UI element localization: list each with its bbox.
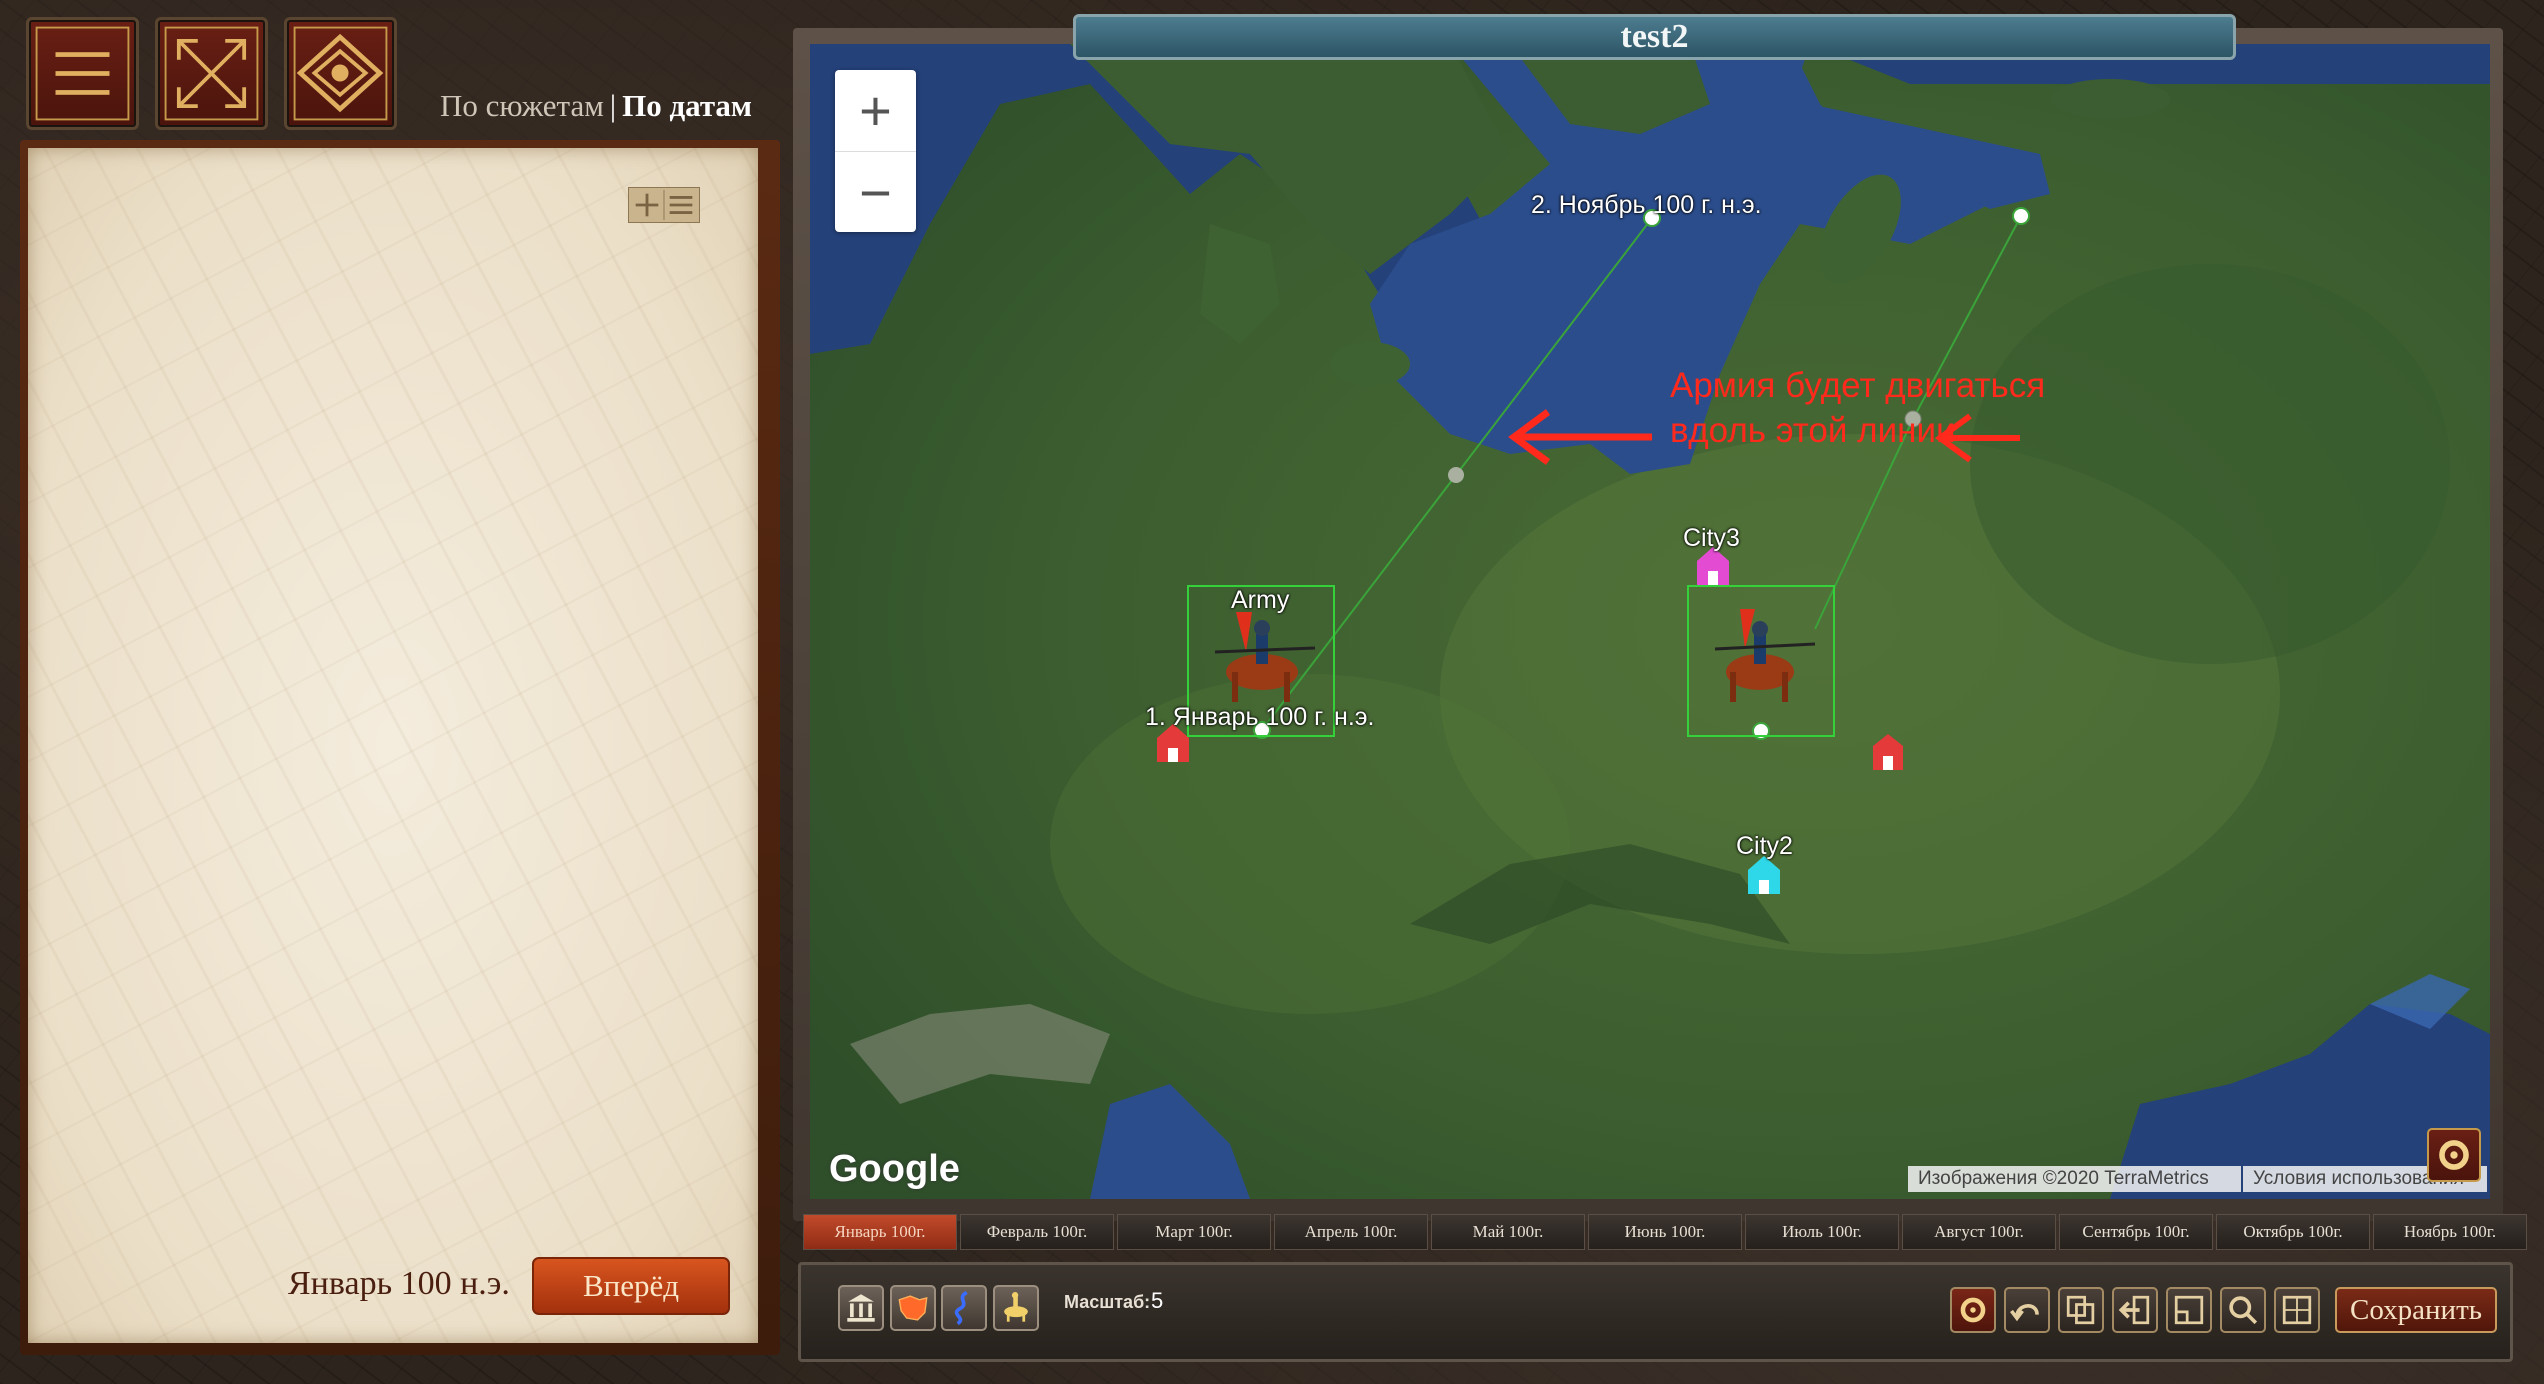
- panel-tools-button[interactable]: [628, 187, 700, 223]
- layout-button[interactable]: [2166, 1287, 2212, 1333]
- zoom-in-button[interactable]: +: [835, 70, 916, 152]
- region-map-icon: [898, 1295, 928, 1321]
- month-tabs: Январь 100г. Февраль 100г. Март 100г. Апрел…: [803, 1214, 2530, 1250]
- sort-separator: |: [609, 88, 617, 123]
- river-icon: [954, 1290, 968, 1326]
- grid-icon: [2282, 1295, 2312, 1325]
- sort-by-dates-link[interactable]: По датам: [622, 88, 752, 123]
- gear-icon: [2439, 1140, 2469, 1170]
- google-logo: Google: [829, 1148, 960, 1190]
- menu-button[interactable]: [26, 17, 139, 130]
- temple-icon: [847, 1294, 875, 1322]
- current-date-label: Январь 100 н.э.: [288, 1265, 510, 1302]
- forward-button[interactable]: Вперёд: [532, 1257, 730, 1315]
- record-button[interactable]: [1950, 1287, 1996, 1333]
- fullscreen-button[interactable]: [155, 17, 268, 130]
- month-tab[interactable]: Ноябрь 100г.: [2373, 1214, 2527, 1250]
- month-tab[interactable]: Январь 100г.: [803, 1214, 957, 1250]
- scale-value[interactable]: 5: [1151, 1288, 1163, 1314]
- month-tab[interactable]: Март 100г.: [1117, 1214, 1271, 1250]
- layer-regions-button[interactable]: [890, 1285, 936, 1331]
- zoom-out-button[interactable]: −: [835, 152, 916, 233]
- sort-by-plots-link[interactable]: По сюжетам: [440, 88, 604, 123]
- route-point-1-label: 1. Январь 100 г. н.э.: [1145, 703, 1375, 731]
- save-button[interactable]: Сохранить: [2335, 1287, 2497, 1333]
- route-annotation: Армия будет двигаться вдоль этой линии: [1670, 363, 2045, 453]
- army-label: Army: [1231, 586, 1290, 614]
- undo-button[interactable]: [2004, 1287, 2050, 1333]
- rider-icon: [1004, 1292, 1028, 1322]
- city3-label: City3: [1683, 524, 1740, 552]
- map-settings-button[interactable]: [2427, 1128, 2481, 1182]
- import-arrow-icon: [2118, 1295, 2150, 1325]
- month-tab[interactable]: Октябрь 100г.: [2216, 1214, 2370, 1250]
- search-icon: [2229, 1296, 2258, 1325]
- eye-diamond-icon: [293, 26, 388, 121]
- add-list-icon: [635, 189, 693, 221]
- month-tab[interactable]: Май 100г.: [1431, 1214, 1585, 1250]
- annotation-line-1: Армия будет двигаться: [1670, 366, 2046, 405]
- map-attribution[interactable]: Изображения ©2020 TerraMetrics: [1908, 1166, 2241, 1192]
- month-tab[interactable]: Июнь 100г.: [1588, 1214, 1742, 1250]
- layer-rivers-button[interactable]: [941, 1285, 987, 1331]
- month-tab[interactable]: Июль 100г.: [1745, 1214, 1899, 1250]
- layer-units-button[interactable]: [993, 1285, 1039, 1331]
- target-icon: [1960, 1297, 1986, 1323]
- search-button[interactable]: [2220, 1287, 2266, 1333]
- month-tab[interactable]: Сентябрь 100г.: [2059, 1214, 2213, 1250]
- import-button[interactable]: [2112, 1287, 2158, 1333]
- side-panel: [28, 148, 758, 1343]
- grid-button[interactable]: [2274, 1287, 2320, 1333]
- month-tab[interactable]: Апрель 100г.: [1274, 1214, 1428, 1250]
- copy-icon: [2066, 1295, 2095, 1325]
- zoom-control: + −: [835, 70, 916, 232]
- scale-label: Масштаб:: [1064, 1292, 1151, 1312]
- annotation-line-2: вдоль этой линии: [1670, 411, 1956, 450]
- route-point-2-label: 2. Ноябрь 100 г. н.э.: [1531, 191, 1762, 219]
- expand-arrows-icon: [164, 26, 259, 121]
- view-button[interactable]: [284, 17, 397, 130]
- month-tab[interactable]: Февраль 100г.: [960, 1214, 1114, 1250]
- sort-links: По сюжетам | По датам: [440, 88, 752, 124]
- layout-icon: [2174, 1295, 2204, 1325]
- city2-label: City2: [1736, 832, 1793, 860]
- month-tab[interactable]: Август 100г.: [1902, 1214, 2056, 1250]
- layer-buildings-button[interactable]: [838, 1285, 884, 1331]
- copy-button[interactable]: [2058, 1287, 2104, 1333]
- menu-icon: [35, 26, 130, 121]
- map-title: test2: [1073, 14, 2236, 60]
- undo-icon: [2010, 1304, 2039, 1322]
